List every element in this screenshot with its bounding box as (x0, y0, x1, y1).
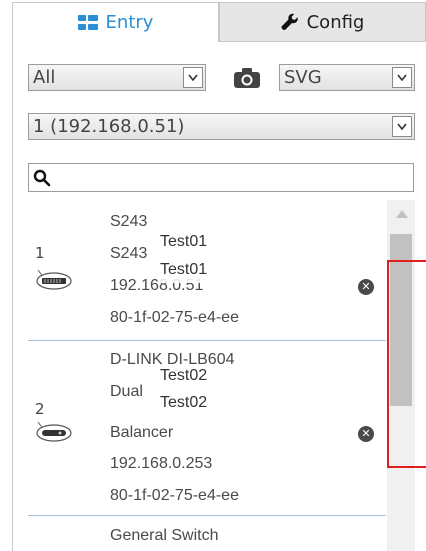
search-box[interactable] (28, 163, 414, 192)
item-number: 2 (35, 400, 45, 418)
tab-divider (219, 41, 426, 42)
camera-button[interactable] (230, 66, 264, 90)
device-tag: Test01 (158, 261, 262, 283)
router-icon (36, 422, 72, 442)
list-item[interactable]: General Switch (28, 516, 386, 551)
device-mac: 80-1f-02-75-e4-ee (110, 487, 239, 504)
panel-border (12, 42, 13, 551)
remove-icon[interactable]: ✕ (358, 426, 374, 442)
list-item[interactable]: 1 S243 S243 192.168.0.51 80-1f-02-75-e4-… (28, 200, 386, 340)
tab-entry-label: Entry (105, 12, 154, 33)
camera-icon (234, 68, 260, 88)
list-item[interactable]: 2 D-LINK DI-LB604 Dual Balancer 192.168.… (28, 341, 386, 515)
switch-icon (36, 270, 72, 290)
type-select[interactable]: All (28, 64, 206, 91)
tab-config-label: Config (306, 11, 365, 33)
device-list: 1 S243 S243 192.168.0.51 80-1f-02-75-e4-… (28, 200, 386, 551)
device-model: S243 (110, 245, 148, 262)
tab-entry[interactable]: Entry (12, 2, 219, 42)
device-ip: 192.168.0.253 (110, 455, 213, 472)
highlight-box (387, 260, 426, 468)
format-select-value: SVG (284, 67, 322, 88)
chevron-down-icon[interactable] (392, 67, 412, 88)
tab-config[interactable]: Config (219, 2, 426, 42)
device-mac: 80-1f-02-75-e4-ee (110, 309, 239, 326)
host-select-value: 1 (192.168.0.51) (33, 116, 185, 137)
search-input[interactable] (57, 166, 407, 189)
scroll-up-icon[interactable] (396, 210, 408, 218)
device-name: S243 (110, 213, 148, 230)
device-model: Dual (110, 383, 143, 400)
wrench-icon (281, 13, 298, 31)
device-tag: Test02 (158, 394, 262, 416)
device-model: Balancer (110, 424, 174, 441)
remove-icon[interactable]: ✕ (358, 279, 374, 295)
chevron-down-icon[interactable] (392, 116, 412, 137)
device-tag: Test01 (158, 233, 262, 255)
chevron-down-icon[interactable] (183, 67, 203, 88)
device-tag: Test02 (158, 367, 262, 389)
host-select[interactable]: 1 (192.168.0.51) (28, 113, 415, 140)
item-number: 1 (35, 244, 45, 262)
format-select[interactable]: SVG (279, 64, 415, 91)
search-icon (33, 169, 51, 187)
type-select-value: All (33, 67, 56, 88)
device-name: General Switch (110, 527, 219, 544)
tab-bar: Entry Config (12, 2, 426, 42)
grid-icon (77, 14, 98, 30)
